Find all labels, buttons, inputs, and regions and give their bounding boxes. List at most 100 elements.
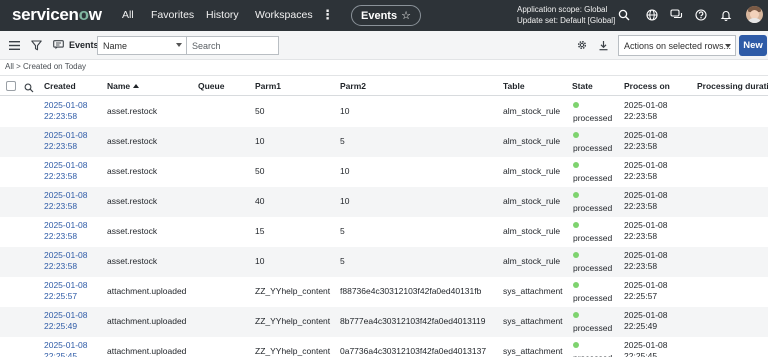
scope-line: Application scope: Global (517, 5, 608, 14)
breadcrumb-all[interactable]: All (5, 62, 14, 71)
created-link-created-time[interactable]: 22:23:58 (44, 261, 87, 272)
select-all-checkbox[interactable] (6, 81, 16, 91)
table-cell: alm_stock_rule (503, 136, 561, 146)
search-icon[interactable] (617, 8, 631, 22)
actions-select[interactable]: Actions on selected rows... (618, 35, 736, 56)
table-row[interactable]: 2025-01-08 22:23:58 asset.restock 40 10 alm_s… (0, 187, 768, 217)
created-link[interactable]: 2025-01-08 22:23:58 (44, 190, 87, 212)
actions-select-value: Actions on selected rows... (624, 41, 732, 51)
chat-icon[interactable] (669, 8, 683, 22)
created-link[interactable]: 2025-01-08 22:23:58 (44, 100, 87, 122)
new-button[interactable]: New (739, 35, 767, 56)
process-on-cell-proc-date: 2025-01-08 (624, 100, 668, 110)
nav-workspaces[interactable]: Workspaces (255, 9, 313, 21)
created-link-created-time[interactable]: 22:23:58 (44, 171, 87, 182)
parm1-cell: 15 (255, 226, 265, 236)
state-indicator-icon (573, 102, 579, 108)
created-link[interactable]: 2025-01-08 22:25:45 (44, 340, 87, 357)
table-row[interactable]: 2025-01-08 22:23:58 asset.restock 50 10 alm_s… (0, 157, 768, 187)
hamburger-menu-icon[interactable] (7, 38, 21, 52)
bell-icon[interactable] (719, 8, 733, 22)
table-row[interactable]: 2025-01-08 22:23:58 asset.restock 50 10 alm_s… (0, 97, 768, 127)
created-link[interactable]: 2025-01-08 22:23:58 (44, 250, 87, 272)
table-row[interactable]: 2025-01-08 22:23:58 asset.restock 15 5 alm_st… (0, 217, 768, 247)
breadcrumb-separator: > (16, 62, 21, 71)
created-link[interactable]: 2025-01-08 22:23:58 (44, 130, 87, 152)
table-cell: sys_attachment (503, 316, 563, 326)
help-icon[interactable] (694, 8, 708, 22)
process-on-cell-proc-date: 2025-01-08 (624, 190, 668, 200)
created-link[interactable]: 2025-01-08 22:23:58 (44, 220, 87, 242)
created-link[interactable]: 2025-01-08 22:25:57 (44, 280, 87, 302)
created-link-created-time[interactable]: 22:23:58 (44, 111, 87, 122)
star-icon[interactable]: ☆ (401, 9, 411, 22)
state-cell: processed (573, 203, 613, 213)
state-cell: processed (573, 113, 613, 123)
created-link[interactable]: 2025-01-08 22:23:58 (44, 160, 87, 182)
table-row[interactable]: 2025-01-08 22:23:58 asset.restock 10 5 alm_st… (0, 127, 768, 157)
current-tab-pill[interactable]: Events ☆ (351, 5, 421, 26)
created-link-created-date[interactable]: 2025-01-08 (44, 310, 87, 321)
column-header-created[interactable]: Created (44, 81, 76, 91)
servicenow-logo[interactable]: servicenow (12, 5, 102, 25)
search-field-select[interactable]: Name (97, 36, 187, 55)
state-indicator-icon (573, 192, 579, 198)
column-header-parm1[interactable]: Parm1 (255, 81, 281, 91)
created-link-created-date[interactable]: 2025-01-08 (44, 340, 87, 351)
search-field-select-value: Name (103, 41, 128, 51)
state-indicator-icon (573, 132, 579, 138)
column-search-icon[interactable] (24, 80, 34, 93)
parm2-cell: 8b777ea4c30312103f42fa0ed4013119 (340, 316, 486, 326)
search-input[interactable] (187, 36, 279, 55)
created-link[interactable]: 2025-01-08 22:25:49 (44, 310, 87, 332)
created-link-created-date[interactable]: 2025-01-08 (44, 100, 87, 111)
created-link-created-date[interactable]: 2025-01-08 (44, 280, 87, 291)
column-header-processing-duration[interactable]: Processing duration (697, 81, 768, 91)
state-cell: processed (573, 173, 613, 183)
table-row[interactable]: 2025-01-08 22:25:45 attachment.uploaded ZZ_… (0, 337, 768, 357)
created-link-created-date[interactable]: 2025-01-08 (44, 190, 87, 201)
user-avatar[interactable] (746, 6, 763, 23)
created-link-created-date[interactable]: 2025-01-08 (44, 160, 87, 171)
process-on-cell: 2025-01-08 22:23:58 (624, 190, 667, 212)
column-header-queue[interactable]: Queue (198, 81, 224, 91)
nav-all[interactable]: All (122, 9, 134, 21)
process-on-cell: 2025-01-08 22:23:58 (624, 100, 667, 122)
chat-context-icon[interactable] (51, 38, 65, 52)
current-tab-label: Events (361, 9, 398, 22)
nav-history[interactable]: History (206, 9, 239, 21)
created-link-created-time[interactable]: 22:23:58 (44, 231, 87, 242)
process-on-cell-proc-time: 22:23:58 (624, 201, 658, 211)
created-link-created-time[interactable]: 22:23:58 (44, 201, 87, 212)
name-cell: asset.restock (107, 256, 158, 266)
created-link-created-time[interactable]: 22:25:49 (44, 321, 87, 332)
table-cell: alm_stock_rule (503, 106, 561, 116)
column-header-state[interactable]: State (572, 81, 593, 91)
column-header-parm2[interactable]: Parm2 (340, 81, 366, 91)
created-link-created-date[interactable]: 2025-01-08 (44, 130, 87, 141)
created-link-created-time[interactable]: 22:23:58 (44, 141, 87, 152)
column-header-process-on[interactable]: Process on (624, 81, 670, 91)
parm2-cell: 0a7736a4c30312103f42fa0ed4013137 (340, 346, 487, 356)
events-table: Created Name Queue Parm1 Parm2 Table Sta… (0, 75, 768, 357)
table-row[interactable]: 2025-01-08 22:25:49 attachment.uploaded ZZ_… (0, 307, 768, 337)
created-link-created-time[interactable]: 22:25:45 (44, 351, 87, 357)
created-link-created-time[interactable]: 22:25:57 (44, 291, 87, 302)
gear-icon[interactable] (575, 38, 589, 52)
filter-icon[interactable] (29, 38, 43, 52)
process-on-cell: 2025-01-08 22:25:45 (624, 340, 667, 357)
globe-icon[interactable] (645, 8, 659, 22)
column-header-table[interactable]: Table (503, 81, 525, 91)
table-header: Created Name Queue Parm1 Parm2 Table Sta… (0, 76, 768, 96)
breadcrumb-filter[interactable]: Created on Today (23, 62, 86, 71)
download-icon[interactable] (596, 38, 610, 52)
application-scope[interactable]: Application scope: Global Update set: De… (517, 4, 615, 26)
table-row[interactable]: 2025-01-08 22:23:58 asset.restock 10 5 alm_st… (0, 247, 768, 277)
column-header-name[interactable]: Name (107, 81, 140, 91)
created-link-created-date[interactable]: 2025-01-08 (44, 220, 87, 231)
more-menu-icon[interactable]: ⋮ (321, 7, 334, 23)
state-indicator-icon (573, 162, 579, 168)
created-link-created-date[interactable]: 2025-01-08 (44, 250, 87, 261)
nav-favorites[interactable]: Favorites (151, 9, 194, 21)
table-row[interactable]: 2025-01-08 22:25:57 attachment.uploaded ZZ_… (0, 277, 768, 307)
